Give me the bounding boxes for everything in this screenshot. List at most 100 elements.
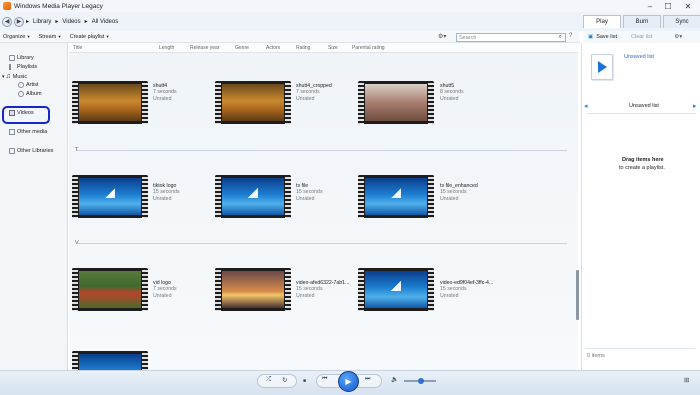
sidebar-label: Artist xyxy=(26,82,39,88)
save-list-button[interactable]: Save list xyxy=(596,34,617,40)
album-icon xyxy=(18,91,24,97)
video-duration: 7 seconds xyxy=(153,89,177,96)
video-meta: vid logo 7 seconds Unrated xyxy=(153,280,177,299)
expand-chevron-icon[interactable]: ▾ xyxy=(2,74,5,80)
breadcrumb-sep-icon: ▸ xyxy=(84,19,88,25)
drag-items-title: Drag items here xyxy=(622,157,664,163)
video-duration: 15 seconds xyxy=(296,189,323,196)
stream-menu[interactable]: Stream ▾ xyxy=(39,34,61,40)
video-rating[interactable]: Unrated xyxy=(296,293,349,299)
video-rating[interactable]: Unrated xyxy=(296,96,332,102)
previous-icon[interactable]: ⏮ xyxy=(322,376,327,383)
clear-list-button[interactable]: Clear list xyxy=(631,34,652,40)
maximize-button[interactable]: ☐ xyxy=(660,0,676,12)
breadcrumb-all-videos[interactable]: All Videos xyxy=(92,19,119,25)
previous-list-arrow-icon[interactable]: ◂ xyxy=(584,102,588,110)
breadcrumb-library[interactable]: Library xyxy=(33,19,51,25)
video-meta: shutt4 7 seconds Unrated xyxy=(153,83,177,102)
video-rating[interactable]: Unrated xyxy=(153,293,177,299)
video-thumbnail[interactable] xyxy=(358,175,434,218)
breadcrumb-videos[interactable]: Videos xyxy=(62,19,80,25)
tab-strip: Play Burn Sync xyxy=(583,15,700,28)
video-meta: shutt4_cropped 7 seconds Unrated xyxy=(296,83,332,102)
video-rating[interactable]: Unrated xyxy=(440,96,464,102)
music-note-icon: ♫ xyxy=(5,73,11,80)
organize-menu[interactable]: Organize ▾ xyxy=(3,34,30,40)
sidebar-item-playlists[interactable]: Playlists xyxy=(9,64,37,70)
search-input[interactable]: Search ⌕ xyxy=(456,33,566,42)
tab-burn[interactable]: Burn xyxy=(623,15,661,28)
video-thumbnail[interactable] xyxy=(358,268,434,311)
tab-play[interactable]: Play xyxy=(583,15,621,28)
video-rating[interactable]: Unrated xyxy=(296,196,323,202)
sidebar-item-videos[interactable]: Videos xyxy=(9,110,34,116)
video-thumbnail[interactable] xyxy=(72,351,148,370)
organize-label: Organize xyxy=(3,33,26,40)
item-count: 0 items xyxy=(587,353,605,359)
video-rating[interactable]: Unrated xyxy=(153,196,180,202)
view-options-icon[interactable]: ⚙▾ xyxy=(438,33,446,40)
column-length[interactable]: Length xyxy=(159,45,174,51)
mute-icon[interactable]: 🔈 xyxy=(391,376,398,383)
sidebar-item-music[interactable]: ▾ ♫ Music xyxy=(2,73,27,80)
sidebar-item-album[interactable]: Album xyxy=(18,91,42,97)
back-button[interactable]: ◀ xyxy=(2,16,12,27)
forward-button[interactable]: ▶ xyxy=(14,16,24,27)
column-title[interactable]: Title xyxy=(73,45,82,51)
help-icon[interactable]: ? xyxy=(569,33,572,39)
video-duration: 7 seconds xyxy=(153,286,177,293)
breadcrumb-sep-icon: ▸ xyxy=(26,19,30,25)
video-icon xyxy=(9,110,15,116)
video-thumbnail[interactable] xyxy=(215,81,291,124)
play-button[interactable]: ▶ xyxy=(338,371,359,392)
sidebar-item-other-libraries[interactable]: Other Libraries xyxy=(9,148,53,154)
video-duration: 15 seconds xyxy=(153,189,180,196)
video-thumbnail[interactable] xyxy=(215,175,291,218)
list-divider xyxy=(586,113,696,114)
video-rating[interactable]: Unrated xyxy=(153,96,177,102)
other-libraries-icon xyxy=(9,148,15,154)
video-thumbnail[interactable] xyxy=(358,81,434,124)
switch-to-now-playing-icon[interactable]: ⊞ xyxy=(684,376,689,384)
column-rating[interactable]: Rating xyxy=(296,45,310,51)
shuffle-icon[interactable]: ⤮ xyxy=(266,376,271,384)
sidebar-item-library[interactable]: Library xyxy=(9,55,34,61)
video-rating[interactable]: Unrated xyxy=(440,293,493,299)
drag-items-subtitle: to create a playlist. xyxy=(619,165,665,171)
unsaved-list-title[interactable]: Unsaved list xyxy=(624,54,654,60)
group-divider xyxy=(77,243,567,244)
video-duration: 8 seconds xyxy=(440,89,464,96)
search-icon[interactable]: ⌕ xyxy=(559,34,562,41)
title-bar: Windows Media Player Legacy xyxy=(0,0,700,12)
group-divider xyxy=(77,150,567,151)
next-icon[interactable]: ⏭ xyxy=(365,376,370,383)
minimize-button[interactable]: – xyxy=(642,0,658,12)
chevron-down-icon: ▾ xyxy=(106,33,109,39)
sidebar-item-other-media[interactable]: Other media xyxy=(9,129,47,135)
column-genre[interactable]: Genre xyxy=(235,45,249,51)
sidebar-item-artist[interactable]: Artist xyxy=(18,82,39,88)
vertical-scrollbar-thumb[interactable] xyxy=(576,270,579,320)
column-release-year[interactable]: Release year xyxy=(190,45,219,51)
list-options-icon[interactable]: ⚙▾ xyxy=(674,34,682,40)
video-thumbnail[interactable] xyxy=(72,175,148,218)
video-thumbnail[interactable] xyxy=(72,81,148,124)
next-list-arrow-icon[interactable]: ▸ xyxy=(693,102,697,110)
create-playlist-menu[interactable]: Create playlist ▾ xyxy=(70,34,109,40)
close-button[interactable]: ✕ xyxy=(680,0,696,12)
volume-slider-thumb[interactable] xyxy=(418,378,424,384)
repeat-icon[interactable]: ↻ xyxy=(282,376,287,384)
sidebar-label: Music xyxy=(12,73,28,80)
tab-sync[interactable]: Sync xyxy=(663,15,700,28)
video-meta: ts file_enhanced 15 seconds Unrated xyxy=(440,183,478,202)
video-meta: shutt5 8 seconds Unrated xyxy=(440,83,464,102)
video-thumbnail[interactable] xyxy=(72,268,148,311)
column-size[interactable]: Size xyxy=(328,45,338,51)
column-actors[interactable]: Actors xyxy=(266,45,280,51)
sidebar-label: Other media xyxy=(17,129,48,135)
column-parental-rating[interactable]: Parental rating xyxy=(352,45,385,51)
video-meta: ts file 15 seconds Unrated xyxy=(296,183,323,202)
video-rating[interactable]: Unrated xyxy=(440,196,478,202)
video-thumbnail[interactable] xyxy=(215,268,291,311)
stop-icon[interactable]: ■ xyxy=(303,378,306,384)
